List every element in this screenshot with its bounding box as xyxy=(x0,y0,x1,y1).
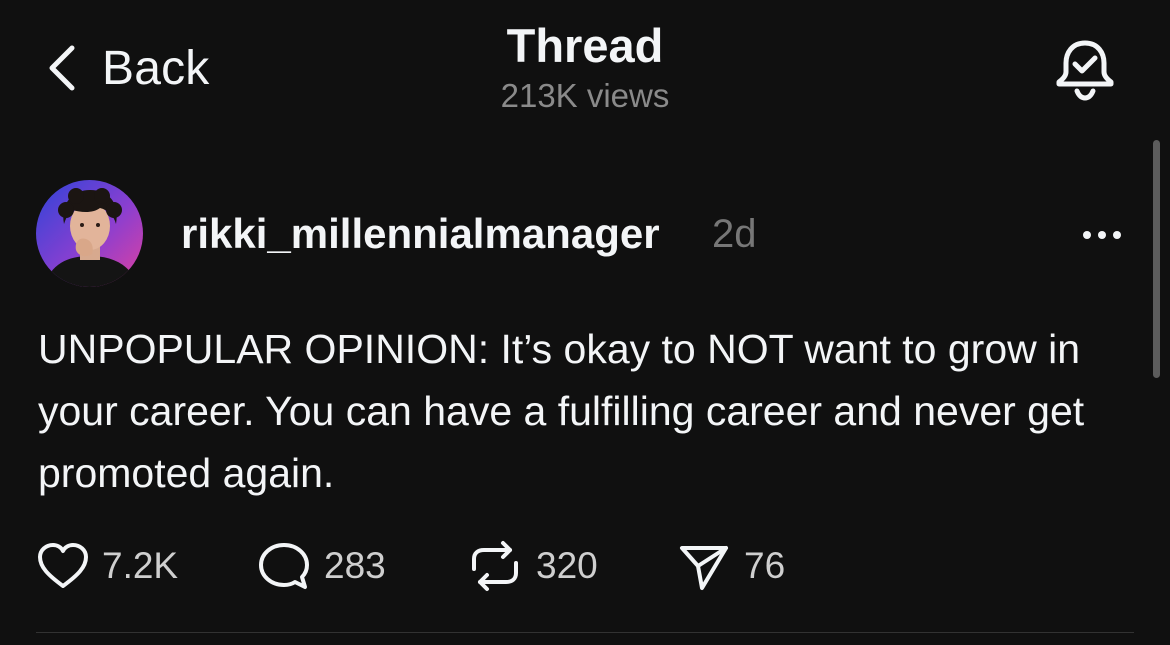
repost-button[interactable]: 320 xyxy=(466,538,598,594)
bell-check-icon xyxy=(1052,40,1118,106)
post-text: UNPOPULAR OPINION: It’s okay to NOT want… xyxy=(38,326,1085,496)
more-horizontal-icon xyxy=(1077,231,1127,254)
reply-count: 283 xyxy=(324,545,386,586)
notifications-button[interactable] xyxy=(1052,38,1118,102)
post-username[interactable]: rikki_millennialmanager xyxy=(181,208,660,260)
heart-icon xyxy=(36,541,90,591)
like-count: 7.2K xyxy=(102,545,179,586)
repost-count: 320 xyxy=(536,545,598,586)
avatar[interactable] xyxy=(36,180,143,287)
thread-screen: Back Thread 213K views rikki_millennialm… xyxy=(0,0,1170,645)
post-timestamp: 2d xyxy=(712,212,757,256)
send-icon xyxy=(676,540,732,592)
scrollbar[interactable] xyxy=(1153,140,1160,378)
like-button[interactable]: 7.2K xyxy=(36,538,178,594)
repost-icon xyxy=(466,539,524,593)
reply-button[interactable]: 283 xyxy=(256,538,386,594)
comment-bubble-icon xyxy=(256,540,312,592)
header-title-block: Thread 213K views xyxy=(0,18,1170,117)
share-button[interactable]: 76 xyxy=(676,538,785,594)
share-count: 76 xyxy=(744,545,786,586)
more-options-button[interactable] xyxy=(1077,220,1127,250)
page-title: Thread xyxy=(506,19,664,72)
view-count: 213K views xyxy=(500,77,670,114)
divider xyxy=(36,632,1134,633)
